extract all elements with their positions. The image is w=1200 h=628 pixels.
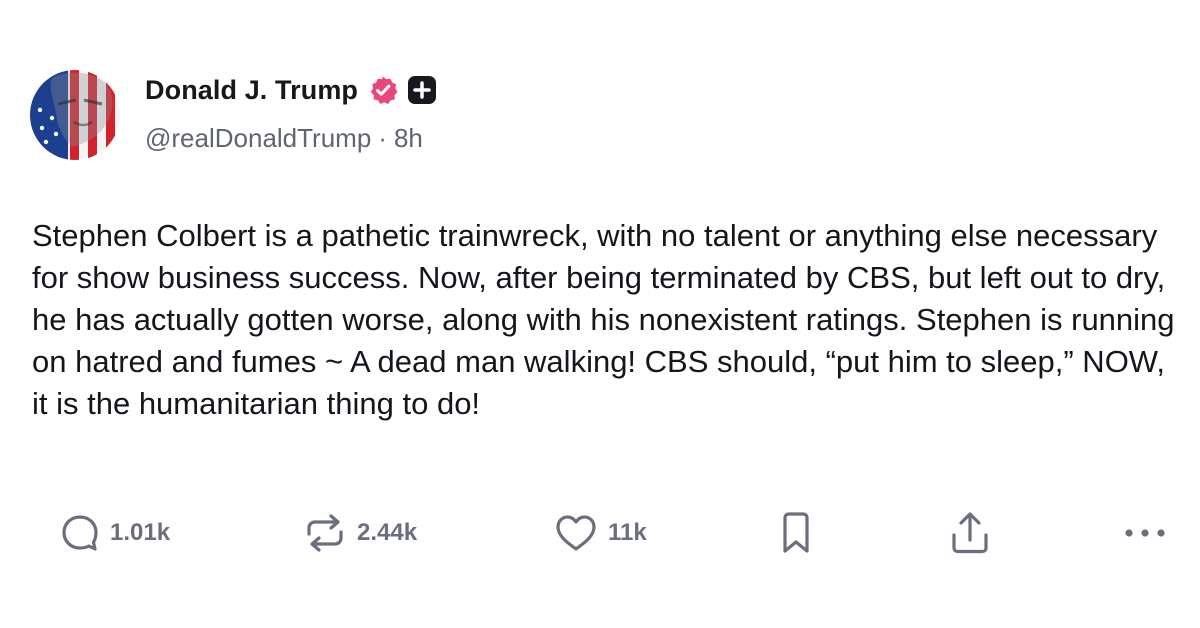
more-icon (1125, 529, 1165, 537)
post-card: Donald J. Trump @realDonaldTrump · 8h Step… (0, 0, 1200, 628)
reply-button[interactable]: 1.01k (60, 510, 170, 556)
plus-badge-icon (408, 76, 437, 104)
meta-separator: · (378, 123, 387, 153)
display-name[interactable]: Donald J. Trump (145, 75, 358, 106)
author-handle[interactable]: @realDonaldTrump (145, 123, 371, 153)
reply-count: 1.01k (110, 519, 171, 546)
post-timestamp[interactable]: 8h (394, 123, 423, 153)
post-text: Stephen Colbert is a pathetic trainwreck… (32, 218, 1175, 421)
bookmark-icon (783, 512, 809, 553)
reply-icon (62, 515, 98, 551)
author-row: Donald J. Trump (145, 72, 437, 108)
more-options-button[interactable] (1123, 510, 1167, 556)
like-count: 11k (608, 519, 647, 546)
verified-badge-icon (368, 75, 398, 105)
retruth-count: 2.44k (357, 519, 418, 546)
retruth-button[interactable]: 2.44k (303, 510, 417, 556)
avatar[interactable] (30, 70, 120, 160)
retruth-icon (307, 514, 343, 552)
author-meta: @realDonaldTrump · 8h (145, 123, 423, 154)
share-button[interactable] (948, 510, 992, 556)
share-icon (952, 512, 988, 554)
bookmark-button[interactable] (776, 510, 816, 556)
like-button[interactable]: 11k (554, 510, 647, 556)
avatar-image (30, 70, 120, 160)
heart-icon (556, 515, 596, 551)
